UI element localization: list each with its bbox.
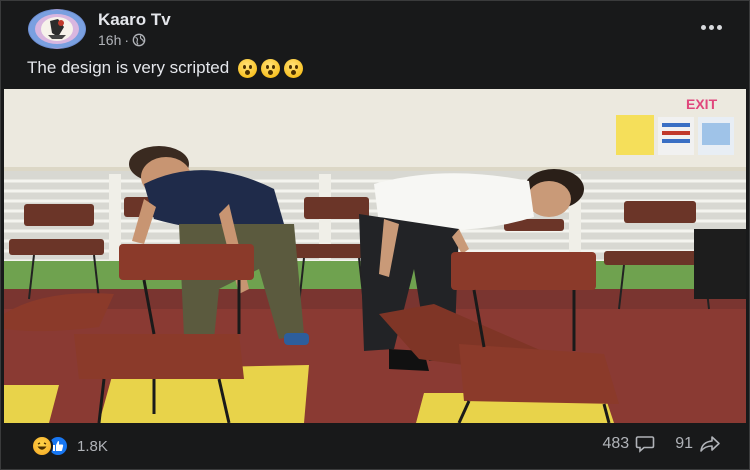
page-name-link[interactable]: Kaaro Tv <box>98 10 171 30</box>
facebook-post: Kaaro Tv 16h · The design is very script… <box>0 0 750 470</box>
more-options-button[interactable] <box>696 17 726 37</box>
caption-text: The design is very scripted <box>27 58 230 77</box>
shares-count-button[interactable]: 91 <box>675 435 721 453</box>
meta-separator: · <box>124 32 130 48</box>
dot-icon <box>716 24 722 30</box>
hushed-face-emoji <box>260 59 280 79</box>
post-photo[interactable]: EXIT <box>4 89 746 423</box>
exit-sign: EXIT <box>686 96 718 112</box>
page-avatar[interactable] <box>28 9 86 49</box>
share-arrow-icon <box>700 436 720 452</box>
post-caption: The design is very scripted <box>27 58 303 79</box>
dot-icon <box>700 24 706 30</box>
comment-count: 483 <box>602 435 630 452</box>
avatar-logo-icon <box>29 10 85 48</box>
reactions-summary[interactable]: 1.8K <box>31 435 108 457</box>
globe-icon[interactable] <box>132 33 146 47</box>
classroom-photo-illustration: EXIT <box>4 89 746 423</box>
dot-icon <box>708 24 714 30</box>
post-header: Kaaro Tv 16h · <box>26 9 726 53</box>
comment-bubble-icon <box>635 436 655 453</box>
engagement-stats: 483 91 <box>603 435 722 453</box>
haha-icon <box>31 435 53 457</box>
post-timestamp[interactable]: 16h <box>98 32 121 48</box>
comments-count-button[interactable]: 483 <box>603 435 656 453</box>
caption-emojis <box>237 59 303 79</box>
hushed-face-emoji <box>237 59 257 79</box>
post-meta: 16h · <box>98 32 146 48</box>
hushed-face-emoji <box>283 59 303 79</box>
post-footer: 1.8K 483 91 <box>1 429 750 465</box>
share-count: 91 <box>675 435 693 452</box>
reaction-count: 1.8K <box>77 437 108 455</box>
